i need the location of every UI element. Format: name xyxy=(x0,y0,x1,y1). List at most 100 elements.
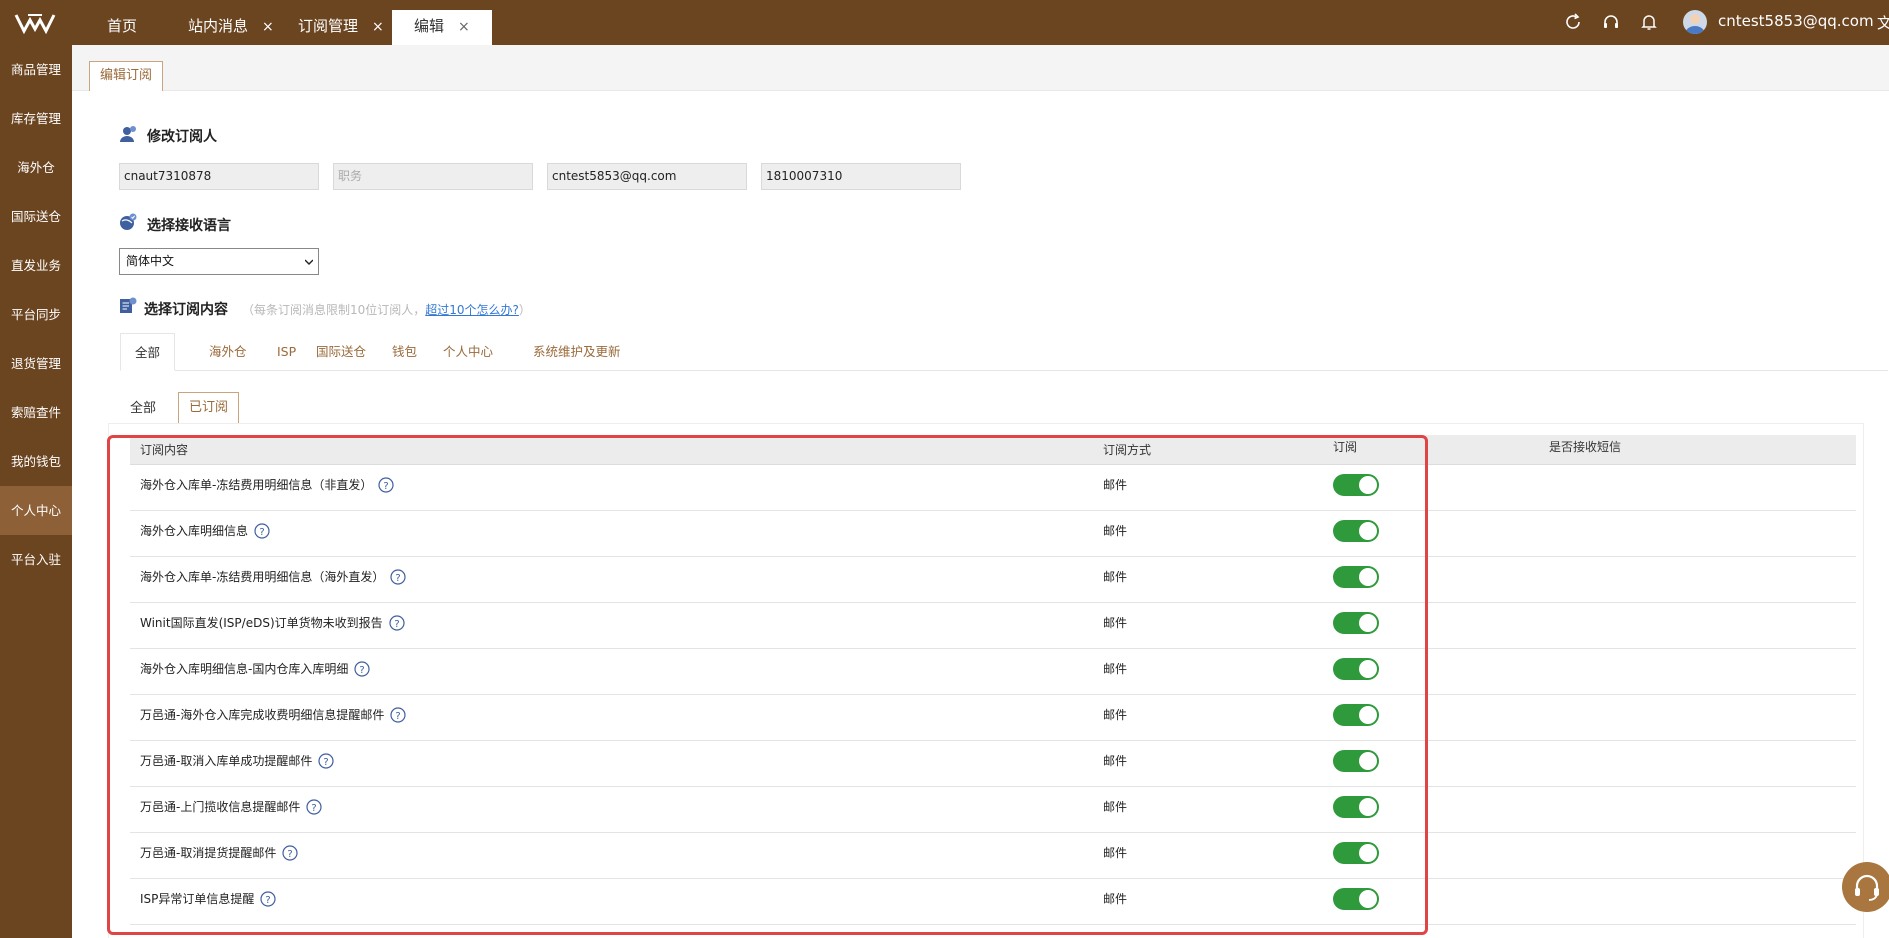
phone-field[interactable]: 1810007310 xyxy=(761,163,961,190)
row-method: 邮件 xyxy=(1103,524,1128,538)
headset-icon[interactable] xyxy=(1601,12,1621,32)
customer-support-button[interactable] xyxy=(1842,862,1889,912)
sidebar-item-returns[interactable]: 退货管理 xyxy=(0,339,72,388)
sidebar-item-inventory-management[interactable]: 库存管理 xyxy=(0,94,72,143)
bell-icon[interactable] xyxy=(1639,12,1659,32)
sidebar-item-claims[interactable]: 索赔查件 xyxy=(0,388,72,437)
table-header: 订阅内容 订阅方式 订阅 是否接收短信 xyxy=(130,435,1856,465)
row-name: 海外仓入库单-冻结费用明细信息（海外直发） xyxy=(140,570,385,584)
row-name: 海外仓入库单-冻结费用明细信息（非直发） xyxy=(140,478,373,492)
brand-logo-icon[interactable] xyxy=(14,12,56,34)
close-icon[interactable]: × xyxy=(458,19,470,35)
row-name: 万邑通-取消入库单成功提醒邮件 xyxy=(140,754,313,768)
filter-subscribed-button[interactable]: 已订阅 xyxy=(178,392,240,423)
main-content: 编辑订阅 修改订阅人 cnaut7310878 职务 cntest5853@qq… xyxy=(72,45,1889,938)
toggle-knob xyxy=(1359,706,1377,724)
sidebar-item-platform-sync[interactable]: 平台同步 xyxy=(0,290,72,339)
sidebar-item-direct-shipping[interactable]: 直发业务 xyxy=(0,241,72,290)
chevron-down-icon xyxy=(305,259,313,265)
section-title-subscriber: 修改订阅人 xyxy=(147,129,217,145)
table-row: 万邑通-取消入库单成功提醒邮件 ? 邮件 xyxy=(130,741,1856,787)
tab-edit[interactable]: 编辑 × xyxy=(392,10,492,45)
sidebar-item-international-delivery[interactable]: 国际送仓 xyxy=(0,192,72,241)
subscribe-toggle[interactable] xyxy=(1333,474,1379,496)
close-icon[interactable]: × xyxy=(262,19,274,35)
table-row: 海外仓入库单-冻结费用明细信息（非直发） ? 邮件 xyxy=(130,465,1856,511)
tab-system-maintenance[interactable]: 系统维护及更新 xyxy=(533,333,621,371)
subscribe-toggle[interactable] xyxy=(1333,612,1379,634)
subscribe-toggle[interactable] xyxy=(1333,796,1379,818)
refresh-icon[interactable] xyxy=(1563,12,1583,32)
row-name-cell: 海外仓入库明细信息-国内仓库入库明细 ? xyxy=(140,649,370,689)
sidebar-item-product-management[interactable]: 商品管理 xyxy=(0,45,72,94)
row-method: 邮件 xyxy=(1103,708,1128,722)
question-icon[interactable]: ? xyxy=(282,845,298,861)
tab-personal-center[interactable]: 个人中心 xyxy=(443,333,493,371)
subscribe-toggle[interactable] xyxy=(1333,658,1379,680)
row-method: 邮件 xyxy=(1103,754,1128,768)
subscribe-toggle[interactable] xyxy=(1333,520,1379,542)
row-name: ISP异常订单信息提醒 xyxy=(140,892,255,906)
row-name-cell: 万邑通-取消提货提醒邮件 ? xyxy=(140,833,298,873)
user-email[interactable]: cntest5853@qq.com xyxy=(1718,12,1874,30)
question-icon[interactable]: ? xyxy=(390,707,406,723)
question-icon[interactable]: ? xyxy=(354,661,370,677)
tab-home[interactable]: 首页 xyxy=(107,10,137,45)
avatar[interactable] xyxy=(1683,10,1707,34)
subscribe-toggle[interactable] xyxy=(1333,566,1379,588)
sidebar-item-personal-center[interactable]: 个人中心 xyxy=(0,486,72,535)
category-tabs: 全部 海外仓 ISP 国际送仓 钱包 个人中心 系统维护及更新 xyxy=(120,333,1888,371)
question-icon[interactable]: ? xyxy=(254,523,270,539)
subscribe-toggle[interactable] xyxy=(1333,704,1379,726)
tab-all[interactable]: 全部 xyxy=(120,333,176,371)
position-field[interactable]: 职务 xyxy=(333,163,533,190)
email-field[interactable]: cntest5853@qq.com xyxy=(547,163,747,190)
over-limit-help-link[interactable]: 超过10个怎么办? xyxy=(425,303,519,317)
sidebar-item-my-wallet[interactable]: 我的钱包 xyxy=(0,437,72,486)
row-method: 邮件 xyxy=(1103,892,1128,906)
question-icon[interactable]: ? xyxy=(260,891,277,907)
language-switch[interactable]: 文 xyxy=(1877,12,1889,33)
row-name-cell: Winit国际直发(ISP/eDS)订单货物未收到报告 ? xyxy=(140,603,405,643)
tab-wallet[interactable]: 钱包 xyxy=(392,333,417,371)
toggle-knob xyxy=(1359,614,1377,632)
toggle-knob xyxy=(1359,522,1377,540)
question-icon[interactable]: ? xyxy=(378,477,394,493)
subscribe-toggle[interactable] xyxy=(1333,750,1379,772)
sidebar-item-platform-onboarding[interactable]: 平台入驻 xyxy=(0,535,72,584)
tab-international-delivery[interactable]: 国际送仓 xyxy=(316,333,366,371)
table-row: Winit国际直发(ISP/eDS)订单货物未收到报告 ? 邮件 xyxy=(130,603,1856,649)
tab-edit-subscription[interactable]: 编辑订阅 xyxy=(89,61,164,91)
svg-text:?: ? xyxy=(288,849,293,860)
question-icon[interactable]: ? xyxy=(318,753,334,769)
svg-text:?: ? xyxy=(266,895,271,906)
subscription-table: 订阅内容 订阅方式 订阅 是否接收短信 海外仓入库单-冻结费用明细信息（非直发）… xyxy=(108,423,1864,938)
limit-hint: （每条订阅消息限制10位订阅人，超过10个怎么办?） xyxy=(242,301,531,318)
filter-all-button[interactable]: 全部 xyxy=(120,395,166,423)
close-icon[interactable]: × xyxy=(372,19,384,35)
table-row: 海外仓入库单-冻结费用明细信息（海外直发） ? 邮件 xyxy=(130,557,1856,603)
tab-site-messages[interactable]: 站内消息 × xyxy=(188,10,274,45)
question-icon[interactable]: ? xyxy=(306,799,322,815)
section-title-content: 选择订阅内容 xyxy=(144,302,228,318)
user-edit-icon xyxy=(120,126,136,142)
row-name-cell: 海外仓入库单-冻结费用明细信息（海外直发） ? xyxy=(140,557,406,597)
subscribe-toggle[interactable] xyxy=(1333,842,1379,864)
row-method: 邮件 xyxy=(1103,846,1128,860)
column-header-content: 订阅内容 xyxy=(140,443,189,457)
page-tabstrip: 编辑订阅 xyxy=(72,45,1889,91)
tab-subscription-management[interactable]: 订阅管理 × xyxy=(298,10,384,45)
tab-overseas-warehouse[interactable]: 海外仓 xyxy=(209,333,247,371)
language-select[interactable]: 简体中文 xyxy=(119,248,319,275)
question-icon[interactable]: ? xyxy=(389,615,405,631)
subscribe-toggle[interactable] xyxy=(1333,888,1379,910)
username-field[interactable]: cnaut7310878 xyxy=(119,163,319,190)
sidebar-item-overseas-warehouse[interactable]: 海外仓 xyxy=(0,143,72,192)
top-bar: 首页 站内消息 × 订阅管理 × 编辑 × cntest5853@qq.com 文 xyxy=(0,0,1889,45)
svg-text:?: ? xyxy=(324,757,329,768)
table-row: 海外仓入库明细信息-国内仓库入库明细 ? 邮件 xyxy=(130,649,1856,695)
sidebar: 商品管理 库存管理 海外仓 国际送仓 直发业务 平台同步 退货管理 索赔查件 我… xyxy=(0,45,72,938)
limit-hint-text: （每条订阅消息限制10位订阅人， xyxy=(242,303,426,317)
tab-isp[interactable]: ISP xyxy=(277,333,296,371)
question-icon[interactable]: ? xyxy=(390,569,406,585)
